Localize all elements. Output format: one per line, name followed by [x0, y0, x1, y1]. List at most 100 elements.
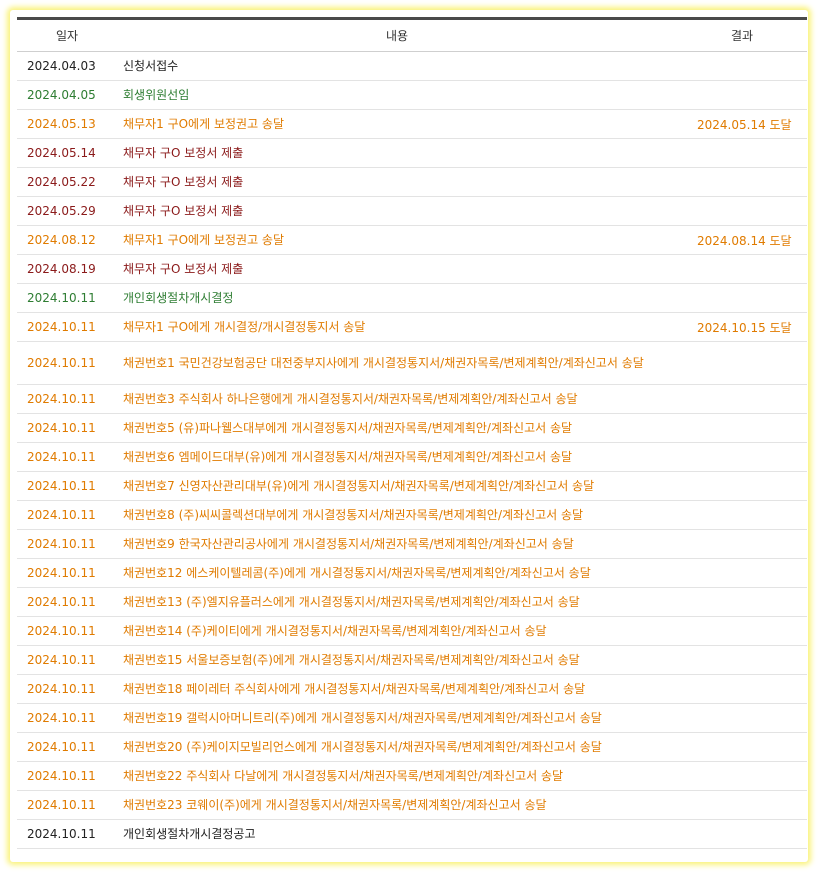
row-result: [677, 167, 807, 197]
table-row: 2024.05.14 채무자 구O 보정서 제출: [17, 138, 807, 168]
table-row: 2024.10.11 채무자1 구O에게 개시결정/개시결정통지서 송달 2024.…: [17, 312, 807, 342]
row-result: 2024.08.14 도달: [677, 225, 807, 255]
row-result: [677, 80, 807, 110]
row-result: 2024.05.14 도달: [677, 109, 807, 139]
row-date: 2024.05.22: [17, 167, 117, 197]
row-date: 2024.04.05: [17, 80, 117, 110]
row-date: 2024.10.11: [17, 529, 117, 559]
table-row: 2024.10.11 채권번호6 엠메이드대부(유)에게 개시결정통지서/채권자목…: [17, 442, 807, 472]
table-row: 2024.10.11 채권번호7 신영자산관리대부(유)에게 개시결정통지서/채권…: [17, 471, 807, 501]
table-row: 2024.10.11 채권번호3 주식회사 하나은행에게 개시결정통지서/채권자목…: [17, 384, 807, 414]
table-row: 2024.10.11 채권번호9 한국자산관리공사에게 개시결정통지서/채권자목록…: [17, 529, 807, 559]
row-content: 채권번호20 (주)케이지모빌리언스에게 개시결정통지서/채권자목록/변제계획안…: [117, 732, 677, 762]
row-date: 2024.10.11: [17, 442, 117, 472]
row-date: 2024.10.11: [17, 341, 117, 385]
row-content: 채권번호8 (주)씨씨콜렉션대부에게 개시결정통지서/채권자목록/변제계획안/계…: [117, 500, 677, 530]
row-result: [677, 442, 807, 472]
table-row: 2024.10.11 채권번호19 갤럭시아머니트리(주)에게 개시결정통지서/채…: [17, 703, 807, 733]
table-row: 2024.10.11 채권번호13 (주)엘지유플러스에게 개시결정통지서/채권자…: [17, 587, 807, 617]
row-content: 채권번호5 (유)파나웰스대부에게 개시결정통지서/채권자목록/변제계획안/계좌…: [117, 413, 677, 443]
row-content: 채무자1 구O에게 보정권고 송달: [117, 109, 677, 139]
row-content: 채권번호19 갤럭시아머니트리(주)에게 개시결정통지서/채권자목록/변제계획안…: [117, 703, 677, 733]
table-body: 2024.04.03 신청서접수 2024.04.05 회생위원선임 2024.05.1…: [17, 51, 807, 849]
row-content: 채무자1 구O에게 보정권고 송달: [117, 225, 677, 255]
table-row: 2024.10.11 채권번호23 코웨이(주)에게 개시결정통지서/채권자목록/…: [17, 790, 807, 820]
table-row: 2024.10.11 채권번호1 국민건강보험공단 대전중부지사에게 개시결정통지…: [17, 341, 807, 385]
row-date: 2024.08.19: [17, 254, 117, 284]
row-result: [677, 138, 807, 168]
row-result: [677, 413, 807, 443]
row-result: [677, 703, 807, 733]
row-date: 2024.10.11: [17, 616, 117, 646]
row-content: 채무자 구O 보정서 제출: [117, 196, 677, 226]
table-row: 2024.05.22 채무자 구O 보정서 제출: [17, 167, 807, 197]
row-content: 채권번호14 (주)케이티에게 개시결정통지서/채권자목록/변제계획안/계좌신고…: [117, 616, 677, 646]
row-result: [677, 51, 807, 81]
row-content: 회생위원선임: [117, 80, 677, 110]
row-result: [677, 645, 807, 675]
row-date: 2024.10.11: [17, 587, 117, 617]
row-result: [677, 341, 807, 385]
row-date: 2024.08.12: [17, 225, 117, 255]
row-content: 채권번호13 (주)엘지유플러스에게 개시결정통지서/채권자목록/변제계획안/계…: [117, 587, 677, 617]
row-date: 2024.10.11: [17, 413, 117, 443]
row-result: [677, 674, 807, 704]
table-row: 2024.10.11 채권번호14 (주)케이티에게 개시결정통지서/채권자목록/…: [17, 616, 807, 646]
row-result: [677, 254, 807, 284]
row-result: [677, 761, 807, 791]
row-content: 채권번호22 주식회사 다날에게 개시결정통지서/채권자목록/변제계획안/계좌신…: [117, 761, 677, 791]
row-result: [677, 529, 807, 559]
row-date: 2024.10.11: [17, 732, 117, 762]
table-row: 2024.10.11 채권번호5 (유)파나웰스대부에게 개시결정통지서/채권자목…: [17, 413, 807, 443]
header-result: 결과: [677, 17, 807, 52]
row-date: 2024.10.11: [17, 819, 117, 849]
row-content: 채권번호1 국민건강보험공단 대전중부지사에게 개시결정통지서/채권자목록/변제…: [117, 341, 677, 385]
table-row: 2024.10.11 채권번호12 에스케이텔레콤(주)에게 개시결정통지서/채권…: [17, 558, 807, 588]
row-date: 2024.10.11: [17, 384, 117, 414]
table-row: 2024.10.11 채권번호18 페이레터 주식회사에게 개시결정통지서/채권자…: [17, 674, 807, 704]
row-content: 신청서접수: [117, 51, 677, 81]
row-content: 채권번호12 에스케이텔레콤(주)에게 개시결정통지서/채권자목록/변제계획안/…: [117, 558, 677, 588]
header-content: 내용: [117, 17, 677, 52]
table-row: 2024.05.13 채무자1 구O에게 보정권고 송달 2024.05.14 도달: [17, 109, 807, 139]
row-content: 채무자 구O 보정서 제출: [117, 167, 677, 197]
row-content: 채권번호23 코웨이(주)에게 개시결정통지서/채권자목록/변제계획안/계좌신고…: [117, 790, 677, 820]
row-result: [677, 732, 807, 762]
row-date: 2024.10.11: [17, 312, 117, 342]
row-date: 2024.10.11: [17, 674, 117, 704]
row-date: 2024.04.03: [17, 51, 117, 81]
row-content: 개인회생절차개시결정공고: [117, 819, 677, 849]
row-result: [677, 471, 807, 501]
row-content: 개인회생절차개시결정: [117, 283, 677, 313]
row-date: 2024.10.11: [17, 703, 117, 733]
row-result: [677, 790, 807, 820]
row-content: 채권번호7 신영자산관리대부(유)에게 개시결정통지서/채권자목록/변제계획안/…: [117, 471, 677, 501]
row-content: 채권번호15 서울보증보험(주)에게 개시결정통지서/채권자목록/변제계획안/계…: [117, 645, 677, 675]
row-date: 2024.05.14: [17, 138, 117, 168]
row-result: [677, 384, 807, 414]
row-result: [677, 500, 807, 530]
table-row: 2024.10.11 채권번호15 서울보증보험(주)에게 개시결정통지서/채권자…: [17, 645, 807, 675]
row-date: 2024.10.11: [17, 283, 117, 313]
row-result: [677, 283, 807, 313]
table-row: 2024.10.11 개인회생절차개시결정: [17, 283, 807, 313]
row-content: 채무자1 구O에게 개시결정/개시결정통지서 송달: [117, 312, 677, 342]
row-date: 2024.10.11: [17, 471, 117, 501]
table-row: 2024.10.11 채권번호20 (주)케이지모빌리언스에게 개시결정통지서/채…: [17, 732, 807, 762]
row-content: 채무자 구O 보정서 제출: [117, 138, 677, 168]
table-row: 2024.08.12 채무자1 구O에게 보정권고 송달 2024.08.14 도달: [17, 225, 807, 255]
row-date: 2024.10.11: [17, 761, 117, 791]
row-content: 채권번호6 엠메이드대부(유)에게 개시결정통지서/채권자목록/변제계획안/계좌…: [117, 442, 677, 472]
row-date: 2024.10.11: [17, 500, 117, 530]
table-row: 2024.05.29 채무자 구O 보정서 제출: [17, 196, 807, 226]
row-content: 채권번호3 주식회사 하나은행에게 개시결정통지서/채권자목록/변제계획안/계좌…: [117, 384, 677, 414]
case-progress-table: 일자 내용 결과 2024.04.03 신청서접수 2024.04.05 회생위원선임…: [17, 17, 807, 849]
table-row: 2024.10.11 채권번호8 (주)씨씨콜렉션대부에게 개시결정통지서/채권자…: [17, 500, 807, 530]
row-content: 채권번호18 페이레터 주식회사에게 개시결정통지서/채권자목록/변제계획안/계…: [117, 674, 677, 704]
row-result: [677, 819, 807, 849]
row-date: 2024.05.29: [17, 196, 117, 226]
table-row: 2024.04.03 신청서접수: [17, 51, 807, 81]
row-date: 2024.10.11: [17, 558, 117, 588]
table-row: 2024.08.19 채무자 구O 보정서 제출: [17, 254, 807, 284]
table-row: 2024.10.11 채권번호22 주식회사 다날에게 개시결정통지서/채권자목록…: [17, 761, 807, 791]
